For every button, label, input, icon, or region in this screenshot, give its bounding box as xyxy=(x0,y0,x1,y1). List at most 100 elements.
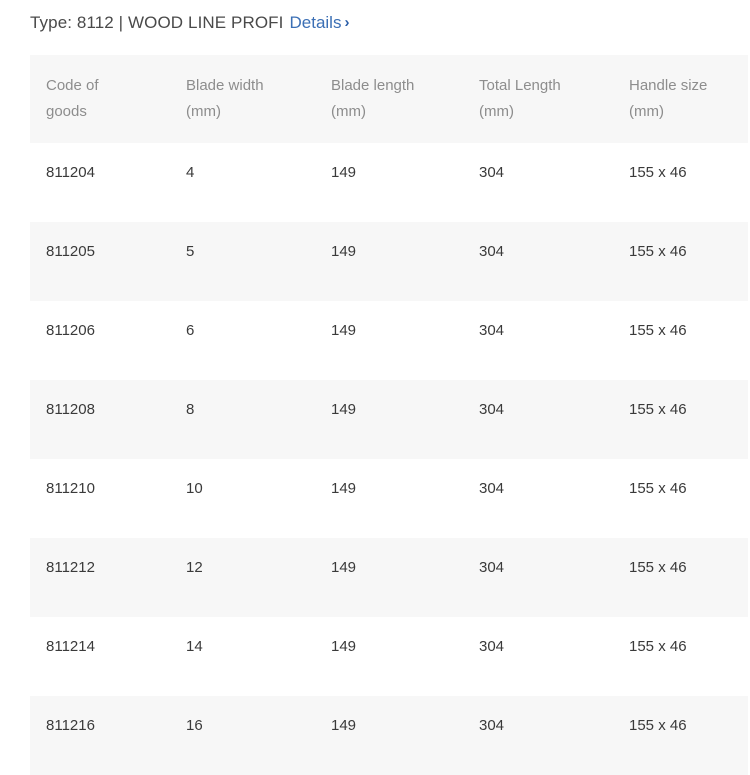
cell-value: 149 xyxy=(331,164,357,181)
cell-value: 155 x 46 xyxy=(629,638,687,655)
cell-value: 811208 xyxy=(46,401,95,418)
cell-value: 149 xyxy=(331,243,357,260)
cell-total-length: 304 xyxy=(463,143,613,222)
table-header-row: Code of goods Blade width (mm) Blade len… xyxy=(30,55,748,143)
cell-value: 5 xyxy=(186,243,195,260)
column-header-line-2: (mm) xyxy=(331,103,366,120)
cell-blade-length: 149 xyxy=(315,459,463,538)
cell-total-length: 304 xyxy=(463,380,613,459)
cell-blade-length: 149 xyxy=(315,696,463,775)
cell-blade-length: 149 xyxy=(315,380,463,459)
cell-total-length: 304 xyxy=(463,459,613,538)
column-header-total-length: Total Length (mm) xyxy=(463,55,613,143)
cell-value: 304 xyxy=(479,322,505,339)
cell-value: 12 xyxy=(186,559,203,576)
cell-blade-length: 149 xyxy=(315,301,463,380)
cell-total-length: 304 xyxy=(463,617,613,696)
page-title: Type: 8112 | WOOD LINE PROFI xyxy=(30,13,284,32)
cell-code-of-goods: 811212 xyxy=(30,538,170,617)
product-spec-page: Type: 8112 | WOOD LINE PROFI Details › C… xyxy=(0,0,750,775)
cell-blade-length: 149 xyxy=(315,538,463,617)
cell-value: 811205 xyxy=(46,243,95,260)
table-row[interactable]: 811214 14 149 304 155 x 46 xyxy=(30,617,748,696)
cell-code-of-goods: 811205 xyxy=(30,222,170,301)
column-header-blade-width: Blade width (mm) xyxy=(170,55,315,143)
cell-blade-width: 16 xyxy=(170,696,315,775)
cell-code-of-goods: 811208 xyxy=(30,380,170,459)
cell-value: 149 xyxy=(331,638,357,655)
column-header-line-2: (mm) xyxy=(629,103,664,120)
cell-handle-size: 155 x 46 xyxy=(613,301,748,380)
cell-value: 8 xyxy=(186,401,195,418)
cell-handle-size: 155 x 46 xyxy=(613,617,748,696)
table-body: 811204 4 149 304 155 x 46 811205 5 149 3… xyxy=(30,143,748,775)
column-header-line-2: (mm) xyxy=(479,103,514,120)
cell-value: 14 xyxy=(186,638,203,655)
table-row[interactable]: 811216 16 149 304 155 x 46 xyxy=(30,696,748,775)
column-header-line-2: goods xyxy=(46,103,87,120)
cell-code-of-goods: 811204 xyxy=(30,143,170,222)
cell-code-of-goods: 811216 xyxy=(30,696,170,775)
cell-value: 4 xyxy=(186,164,195,181)
cell-blade-width: 10 xyxy=(170,459,315,538)
cell-value: 304 xyxy=(479,164,505,181)
cell-handle-size: 155 x 46 xyxy=(613,222,748,301)
table-row[interactable]: 811204 4 149 304 155 x 46 xyxy=(30,143,748,222)
cell-total-length: 304 xyxy=(463,222,613,301)
cell-value: 16 xyxy=(186,717,203,734)
column-header-line-1: Handle size xyxy=(629,77,708,94)
cell-value: 304 xyxy=(479,480,505,497)
cell-blade-width: 12 xyxy=(170,538,315,617)
cell-total-length: 304 xyxy=(463,301,613,380)
cell-value: 811210 xyxy=(46,480,95,497)
cell-value: 155 x 46 xyxy=(629,559,687,576)
table-header: Code of goods Blade width (mm) Blade len… xyxy=(30,55,748,143)
cell-blade-length: 149 xyxy=(315,222,463,301)
column-header-line-1: Total Length xyxy=(479,77,561,94)
cell-value: 149 xyxy=(331,401,357,418)
cell-value: 155 x 46 xyxy=(629,322,687,339)
cell-code-of-goods: 811210 xyxy=(30,459,170,538)
cell-value: 304 xyxy=(479,401,505,418)
cell-value: 811212 xyxy=(46,559,95,576)
column-header-line-1: Blade length xyxy=(331,77,415,94)
table-row[interactable]: 811210 10 149 304 155 x 46 xyxy=(30,459,748,538)
cell-value: 6 xyxy=(186,322,195,339)
cell-code-of-goods: 811206 xyxy=(30,301,170,380)
cell-blade-width: 14 xyxy=(170,617,315,696)
cell-blade-width: 5 xyxy=(170,222,315,301)
cell-handle-size: 155 x 46 xyxy=(613,696,748,775)
cell-value: 811204 xyxy=(46,164,95,181)
column-header-line-1: Code of xyxy=(46,77,99,94)
column-header-line-2: (mm) xyxy=(186,103,221,120)
cell-value: 155 x 46 xyxy=(629,480,687,497)
cell-value: 155 x 46 xyxy=(629,717,687,734)
cell-value: 811214 xyxy=(46,638,95,655)
column-header-handle-size: Handle size (mm) xyxy=(613,55,748,143)
table-row[interactable]: 811206 6 149 304 155 x 46 xyxy=(30,301,748,380)
cell-value: 155 x 46 xyxy=(629,401,687,418)
cell-value: 149 xyxy=(331,480,357,497)
cell-value: 149 xyxy=(331,559,357,576)
table-row[interactable]: 811205 5 149 304 155 x 46 xyxy=(30,222,748,301)
table-row[interactable]: 811212 12 149 304 155 x 46 xyxy=(30,538,748,617)
cell-blade-length: 149 xyxy=(315,617,463,696)
cell-handle-size: 155 x 46 xyxy=(613,143,748,222)
column-header-code-of-goods: Code of goods xyxy=(30,55,170,143)
cell-blade-length: 149 xyxy=(315,143,463,222)
column-header-line-1: Blade width xyxy=(186,77,264,94)
cell-value: 304 xyxy=(479,638,505,655)
details-link[interactable]: Details › xyxy=(289,12,349,35)
cell-value: 149 xyxy=(331,717,357,734)
cell-code-of-goods: 811214 xyxy=(30,617,170,696)
cell-handle-size: 155 x 46 xyxy=(613,459,748,538)
chevron-right-icon: › xyxy=(344,14,350,31)
cell-value: 304 xyxy=(479,717,505,734)
cell-blade-width: 8 xyxy=(170,380,315,459)
cell-blade-width: 6 xyxy=(170,301,315,380)
table-row[interactable]: 811208 8 149 304 155 x 46 xyxy=(30,380,748,459)
specifications-table: Code of goods Blade width (mm) Blade len… xyxy=(30,55,748,775)
cell-value: 149 xyxy=(331,322,357,339)
cell-value: 155 x 46 xyxy=(629,164,687,181)
cell-value: 304 xyxy=(479,243,505,260)
